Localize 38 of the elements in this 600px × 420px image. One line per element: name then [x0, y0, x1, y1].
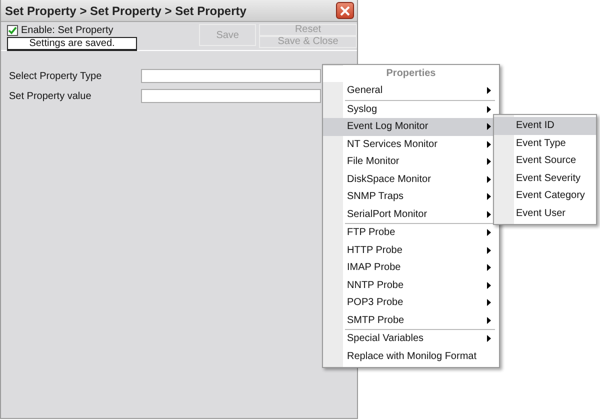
submenu-arrow-icon	[487, 87, 491, 94]
menu-title: Properties	[323, 66, 499, 82]
menu-item[interactable]: IMAP Probe	[323, 259, 499, 276]
submenu-arrow-icon	[487, 282, 491, 289]
close-button[interactable]	[336, 2, 354, 19]
close-icon	[340, 6, 350, 16]
menu-item[interactable]: General	[323, 82, 499, 100]
menu-item[interactable]: Special Variables	[323, 330, 499, 348]
field-label: Select Property Type	[9, 70, 103, 82]
submenu-arrow-icon	[487, 299, 491, 306]
field-label: Set Property value	[9, 90, 92, 102]
menu-item[interactable]: POP3 Probe	[323, 294, 499, 312]
menu-item[interactable]: NNTP Probe	[323, 276, 499, 294]
menu-item[interactable]: HTTP Probe	[323, 242, 499, 259]
submenu-arrow-icon	[487, 140, 491, 148]
submenu-arrow-icon	[487, 106, 491, 113]
menu-item[interactable]: Event ID	[494, 117, 596, 134]
submenu-arrow-icon	[487, 176, 491, 183]
menu-item[interactable]: Syslog	[323, 100, 499, 118]
submenu-arrow-icon	[487, 335, 491, 342]
input-field[interactable]	[141, 69, 321, 83]
submenu-arrow-icon	[487, 158, 491, 166]
submenu-arrow-icon	[487, 316, 491, 324]
submenu-arrow-icon	[487, 210, 491, 218]
submenu-arrow-icon	[487, 193, 491, 200]
submenu-arrow-icon	[487, 229, 491, 236]
submenu-arrow-icon	[487, 246, 491, 254]
submenu-arrow-icon	[487, 264, 491, 272]
menu-item[interactable]: SMTP Probe	[323, 312, 499, 329]
menu-item[interactable]: FTP Probe	[323, 224, 499, 242]
window-title: Set Property > Set Property > Set Property	[5, 4, 246, 18]
enable-checkbox[interactable]	[7, 24, 18, 36]
enable-label: Enable: Set Property	[21, 24, 114, 36]
check-icon	[8, 26, 17, 34]
input-field[interactable]	[141, 89, 321, 103]
menu-item[interactable]: Replace with Monilog Format	[323, 348, 499, 365]
status-message: Settings are saved.	[7, 37, 137, 51]
submenu-arrow-icon	[487, 123, 491, 130]
